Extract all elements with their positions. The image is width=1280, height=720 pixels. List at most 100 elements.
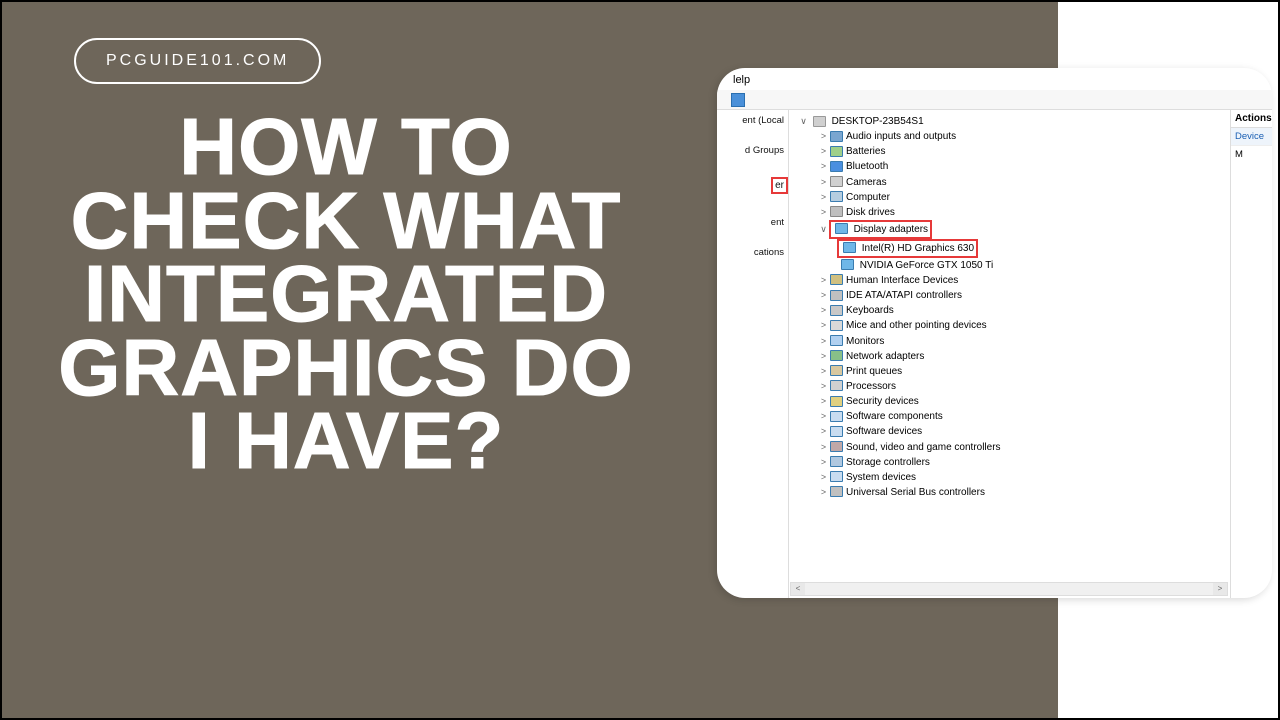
expand-icon[interactable]: > [819,440,828,455]
collapse-icon[interactable]: ∨ [799,114,808,129]
expand-icon[interactable]: > [819,364,828,379]
mouse-icon [830,320,843,331]
expand-icon[interactable]: > [819,129,828,144]
expand-icon[interactable]: > [819,470,828,485]
expand-icon[interactable]: > [819,424,828,439]
sys-icon [830,471,843,482]
tree-category[interactable]: > Universal Serial Bus controllers [799,485,1179,500]
tree-category[interactable]: > Processors [799,379,1179,394]
actions-pane: Actions Device M [1230,110,1272,598]
tree-category[interactable]: > Cameras [799,175,1179,190]
category-label: Bluetooth [846,162,888,173]
left-pane-mgmt-local[interactable]: ent (Local [717,116,788,126]
expand-icon[interactable]: > [819,318,828,333]
highlight-box: Display adapters [829,220,932,239]
expand-icon[interactable]: > [819,288,828,303]
category-label: Batteries [846,146,885,157]
tree-category[interactable]: > Network adapters [799,349,1179,364]
expand-icon[interactable]: > [819,273,828,288]
tree-category[interactable]: >Storage controllers [799,455,1179,470]
device-label: NVIDIA GeForce GTX 1050 Ti [860,260,993,271]
toolbar [717,90,1272,110]
tree-root[interactable]: ∨ DESKTOP-23B54S1 [799,114,1179,129]
tree-category[interactable]: >Software components [799,409,1179,424]
tree-device-nvidia-gtx-1050ti[interactable]: NVIDIA GeForce GTX 1050 Ti [799,258,1179,273]
expand-icon[interactable]: > [819,394,828,409]
category-label: Keyboards [846,305,894,316]
menu-item-help[interactable]: lelp [733,74,750,86]
expand-icon[interactable]: > [819,303,828,318]
category-label: Processors [846,381,896,392]
tree-category-display-adapters[interactable]: ∨ Display adapters [799,220,1179,239]
device-label: Intel(R) HD Graphics 630 [862,243,974,254]
scroll-right-icon[interactable]: > [1213,583,1227,595]
expand-icon[interactable]: > [819,455,828,470]
card-background: PCGUIDE101.COM HOW TO CHECK WHAT INTEGRA… [2,2,1278,718]
mon-icon [830,335,843,346]
tree-category[interactable]: > IDE ATA/ATAPI controllers [799,288,1179,303]
cam-icon [830,176,843,187]
tree-category[interactable]: >Mice and other pointing devices [799,318,1179,333]
snd-icon [830,441,843,452]
collapse-icon[interactable]: ∨ [819,222,828,237]
category-label: Print queues [846,366,902,377]
category-label: Software devices [846,427,922,438]
tree-category[interactable]: > Computer [799,190,1179,205]
left-pane-mgmt[interactable]: ent [717,218,788,228]
root-label: DESKTOP-23B54S1 [832,116,924,127]
category-label: Network adapters [846,351,924,362]
left-pane-selected-item[interactable]: er [771,177,788,194]
tree-category[interactable]: > Software devices [799,424,1179,439]
expand-icon[interactable]: > [819,175,828,190]
tree-category[interactable]: >Monitors [799,334,1179,349]
bat-icon [830,146,843,157]
expand-icon[interactable]: > [819,144,828,159]
proc-icon [830,380,843,391]
prn-icon [830,365,843,376]
expand-icon[interactable]: > [819,334,828,349]
tree-category[interactable]: > Audio inputs and outputs [799,129,1179,144]
mmc-left-pane: ent (Local d Groups er ent cations [717,110,789,598]
expand-icon[interactable]: > [819,349,828,364]
tree-category[interactable]: >Security devices [799,394,1179,409]
category-label: IDE ATA/ATAPI controllers [846,290,962,301]
category-label: Sound, video and game controllers [846,442,1001,453]
soft-icon [830,411,843,422]
left-pane-groups[interactable]: d Groups [717,146,788,156]
category-label: Cameras [846,177,887,188]
expand-icon[interactable]: > [819,159,828,174]
tree-category[interactable]: >Human Interface Devices [799,273,1179,288]
category-label: Disk drives [846,207,895,218]
actions-more[interactable]: M [1231,146,1272,163]
expand-icon[interactable]: > [819,409,828,424]
category-label: Computer [846,192,890,203]
tree-category[interactable]: >System devices [799,470,1179,485]
expand-icon[interactable]: > [819,485,828,500]
expand-icon[interactable]: > [819,190,828,205]
computer-icon [813,116,826,127]
display-adapters-icon [835,223,848,234]
scroll-left-icon[interactable]: < [791,583,805,595]
expand-icon[interactable]: > [819,205,828,220]
disk-icon [830,206,843,217]
comp-icon [830,191,843,202]
actions-link[interactable]: Device [1231,128,1272,146]
tree-category[interactable]: > Batteries [799,144,1179,159]
expand-icon[interactable]: > [819,379,828,394]
tree-category[interactable]: > Keyboards [799,303,1179,318]
category-label: Audio inputs and outputs [846,131,956,142]
tree-device-intel-hd-630[interactable]: Intel(R) HD Graphics 630 [799,239,1179,258]
bt-icon [830,161,843,172]
stor-icon [830,456,843,467]
tree-category[interactable]: > Disk drives [799,205,1179,220]
tree-category[interactable]: > Bluetooth [799,159,1179,174]
actions-header: Actions [1231,110,1272,128]
usb-icon [830,486,843,497]
horizontal-scrollbar[interactable]: < > [790,582,1228,596]
toolbar-icon[interactable] [731,93,745,107]
left-pane-apps[interactable]: cations [717,248,788,258]
tree-category[interactable]: > Print queues [799,364,1179,379]
category-label: Universal Serial Bus controllers [846,487,985,498]
highlight-box: Intel(R) HD Graphics 630 [837,239,978,258]
tree-category[interactable]: > Sound, video and game controllers [799,440,1179,455]
